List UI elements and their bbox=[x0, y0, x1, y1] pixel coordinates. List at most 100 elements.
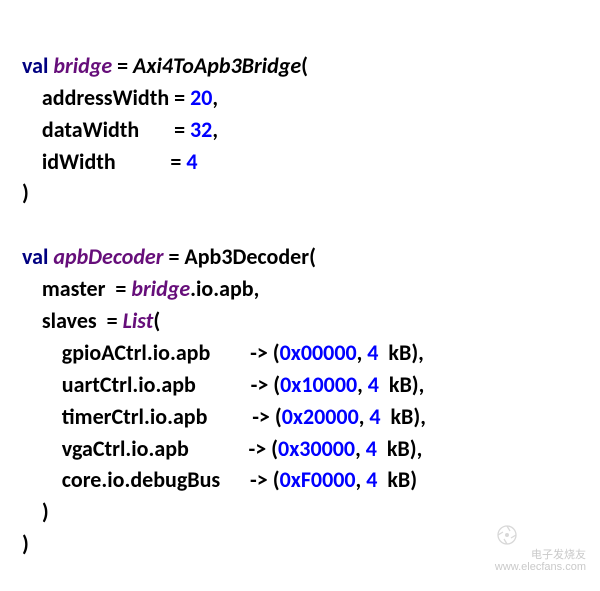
pad bbox=[377, 466, 387, 493]
variable-apbdecoder: apbDecoder bbox=[53, 243, 163, 270]
type-list: List bbox=[123, 307, 154, 334]
pad bbox=[116, 148, 171, 175]
unit-kb: kB bbox=[391, 403, 414, 430]
pad bbox=[139, 116, 174, 143]
comma: , bbox=[212, 84, 218, 111]
syntax: = bbox=[174, 116, 190, 143]
pad bbox=[377, 435, 387, 462]
logo-icon bbox=[495, 523, 565, 547]
code-line: val apbDecoder = Apb3Decoder( bbox=[22, 243, 316, 270]
hex-literal: 0x20000 bbox=[282, 403, 359, 430]
number-literal: 4 bbox=[368, 371, 379, 398]
number-literal: 4 bbox=[186, 148, 197, 175]
syntax: = bbox=[163, 243, 184, 270]
comma: , bbox=[359, 403, 370, 430]
code-line: master = bridge.io.apb, bbox=[22, 275, 259, 302]
code-line: idWidth = 4 bbox=[22, 148, 198, 175]
indent bbox=[22, 84, 42, 111]
indent bbox=[22, 275, 42, 302]
unit-kb: kB bbox=[387, 466, 410, 493]
slave-ident: timerCtrl.io.apb bbox=[62, 403, 208, 430]
comma: , bbox=[356, 466, 367, 493]
indent bbox=[22, 498, 42, 525]
paren-close: ) bbox=[410, 466, 417, 493]
code-line: ) bbox=[22, 179, 29, 206]
pad bbox=[381, 403, 391, 430]
code-line: vgaCtrl.io.apb -> (0x30000, 4 kB), bbox=[22, 435, 422, 462]
pad bbox=[196, 371, 251, 398]
number-literal: 20 bbox=[190, 84, 212, 111]
paren-close: ) bbox=[22, 530, 29, 557]
indent bbox=[22, 339, 62, 366]
keyword-val: val bbox=[22, 243, 48, 270]
watermark-url: www.elecfans.com bbox=[495, 561, 586, 573]
pad bbox=[220, 466, 250, 493]
paren-close: ), bbox=[410, 435, 423, 462]
param-master: master = bbox=[42, 275, 131, 302]
paren-close: ) bbox=[42, 498, 49, 525]
comma: , bbox=[355, 435, 366, 462]
slave-ident: core.io.debugBus bbox=[62, 466, 220, 493]
indent bbox=[22, 403, 62, 430]
param-datawidth: dataWidth bbox=[42, 116, 139, 143]
watermark-brand: 电子发烧友 bbox=[495, 549, 586, 561]
code-line: ) bbox=[22, 530, 29, 557]
code-line: core.io.debugBus -> (0xF0000, 4 kB) bbox=[22, 466, 417, 493]
comma: , bbox=[357, 339, 368, 366]
code-block: val bridge = Axi4ToApb3Bridge( addressWi… bbox=[22, 18, 578, 560]
number-literal: 4 bbox=[369, 403, 380, 430]
variable-bridge: bridge bbox=[53, 52, 112, 79]
type-apb3decoder: Apb3Decoder bbox=[184, 243, 309, 270]
number-literal: 4 bbox=[367, 339, 378, 366]
param-idwidth: idWidth bbox=[42, 148, 116, 175]
param-addresswidth: addressWidth bbox=[42, 84, 169, 111]
arrow-tuple: -> ( bbox=[249, 435, 279, 462]
syntax: = bbox=[170, 148, 186, 175]
arrow-tuple: -> ( bbox=[251, 371, 281, 398]
pad bbox=[378, 339, 388, 366]
pad bbox=[379, 371, 389, 398]
hex-literal: 0xF0000 bbox=[280, 466, 356, 493]
syntax: = bbox=[112, 52, 133, 79]
indent bbox=[22, 307, 42, 334]
paren-close: ) bbox=[22, 179, 29, 206]
arrow-tuple: -> ( bbox=[252, 403, 282, 430]
code-line: uartCtrl.io.apb -> (0x10000, 4 kB), bbox=[22, 371, 424, 398]
type-axi4toapb3bridge: Axi4ToApb3Bridge bbox=[133, 52, 301, 79]
code-line: timerCtrl.io.apb -> (0x20000, 4 kB), bbox=[22, 403, 426, 430]
number-literal: 32 bbox=[190, 116, 212, 143]
indent bbox=[22, 466, 62, 493]
hex-literal: 0x30000 bbox=[278, 435, 355, 462]
paren-open: ( bbox=[309, 243, 316, 270]
arrow-tuple: -> ( bbox=[250, 339, 280, 366]
param-slaves: slaves = bbox=[42, 307, 123, 334]
indent bbox=[22, 435, 62, 462]
slave-ident: uartCtrl.io.apb bbox=[62, 371, 196, 398]
indent bbox=[22, 148, 42, 175]
unit-kb: kB bbox=[389, 371, 412, 398]
pad bbox=[189, 435, 249, 462]
pad bbox=[210, 339, 250, 366]
member-access: .io.apb, bbox=[190, 275, 259, 302]
number-literal: 4 bbox=[366, 435, 377, 462]
paren-open: ( bbox=[301, 52, 308, 79]
paren-close: ), bbox=[411, 339, 424, 366]
unit-kb: kB bbox=[388, 339, 411, 366]
indent bbox=[22, 116, 42, 143]
code-line: gpioACtrl.io.apb -> (0x00000, 4 kB), bbox=[22, 339, 424, 366]
code-line: addressWidth = 20, bbox=[22, 84, 218, 111]
paren-open: ( bbox=[153, 307, 160, 334]
hex-literal: 0x00000 bbox=[280, 339, 357, 366]
arrow-tuple: -> ( bbox=[250, 466, 280, 493]
keyword-val: val bbox=[22, 52, 48, 79]
indent bbox=[22, 371, 62, 398]
code-line: ) bbox=[22, 498, 49, 525]
code-line: slaves = List( bbox=[22, 307, 160, 334]
hex-literal: 0x10000 bbox=[280, 371, 357, 398]
watermark: 电子发烧友 www.elecfans.com bbox=[495, 523, 586, 573]
unit-kb: kB bbox=[387, 435, 410, 462]
syntax: = bbox=[174, 84, 190, 111]
code-line: dataWidth = 32, bbox=[22, 116, 218, 143]
comma: , bbox=[357, 371, 368, 398]
comma: , bbox=[212, 116, 218, 143]
